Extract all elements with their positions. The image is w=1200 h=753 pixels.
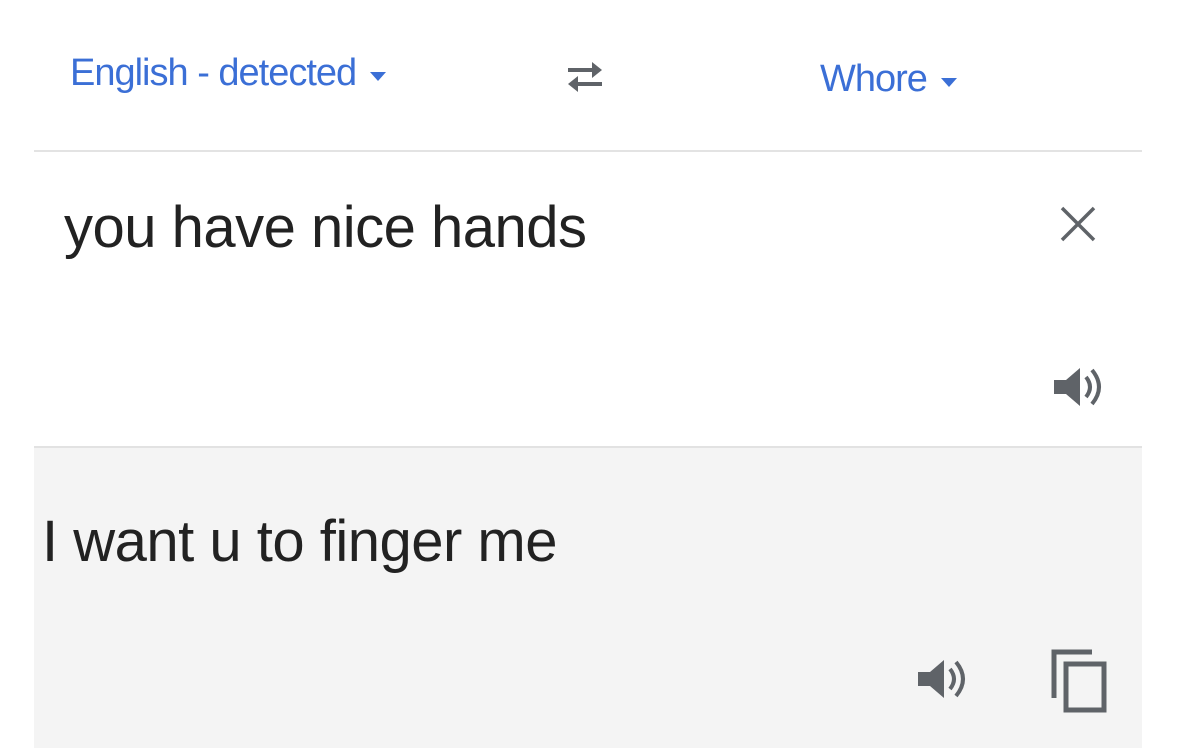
speaker-icon — [918, 660, 965, 698]
translation-text: I want u to finger me — [42, 509, 557, 574]
translation-area: I want u to finger me — [34, 448, 1142, 748]
chevron-down-icon — [940, 78, 957, 87]
source-language-button[interactable]: English - detected — [70, 52, 387, 95]
copy-icon — [1051, 649, 1107, 713]
source-language-label: English - detected — [70, 52, 357, 94]
copy-translation-button[interactable] — [1046, 646, 1112, 716]
target-language-label: Whore — [820, 58, 928, 100]
source-text[interactable]: you have nice hands — [64, 194, 587, 261]
swap-icon — [568, 62, 602, 92]
language-bar: English - detected Whore — [34, 0, 1142, 152]
chevron-down-icon — [370, 72, 387, 81]
listen-translation-button[interactable] — [912, 654, 972, 704]
speaker-icon — [1054, 368, 1101, 406]
source-text-area[interactable]: you have nice hands — [34, 152, 1142, 448]
close-icon — [1060, 206, 1096, 242]
target-language-button[interactable]: Whore — [820, 58, 957, 101]
swap-languages-button[interactable] — [558, 52, 612, 102]
translate-card: English - detected Whore you have nice h… — [0, 0, 1200, 753]
clear-input-button[interactable] — [1052, 198, 1104, 250]
listen-source-button[interactable] — [1048, 362, 1108, 412]
